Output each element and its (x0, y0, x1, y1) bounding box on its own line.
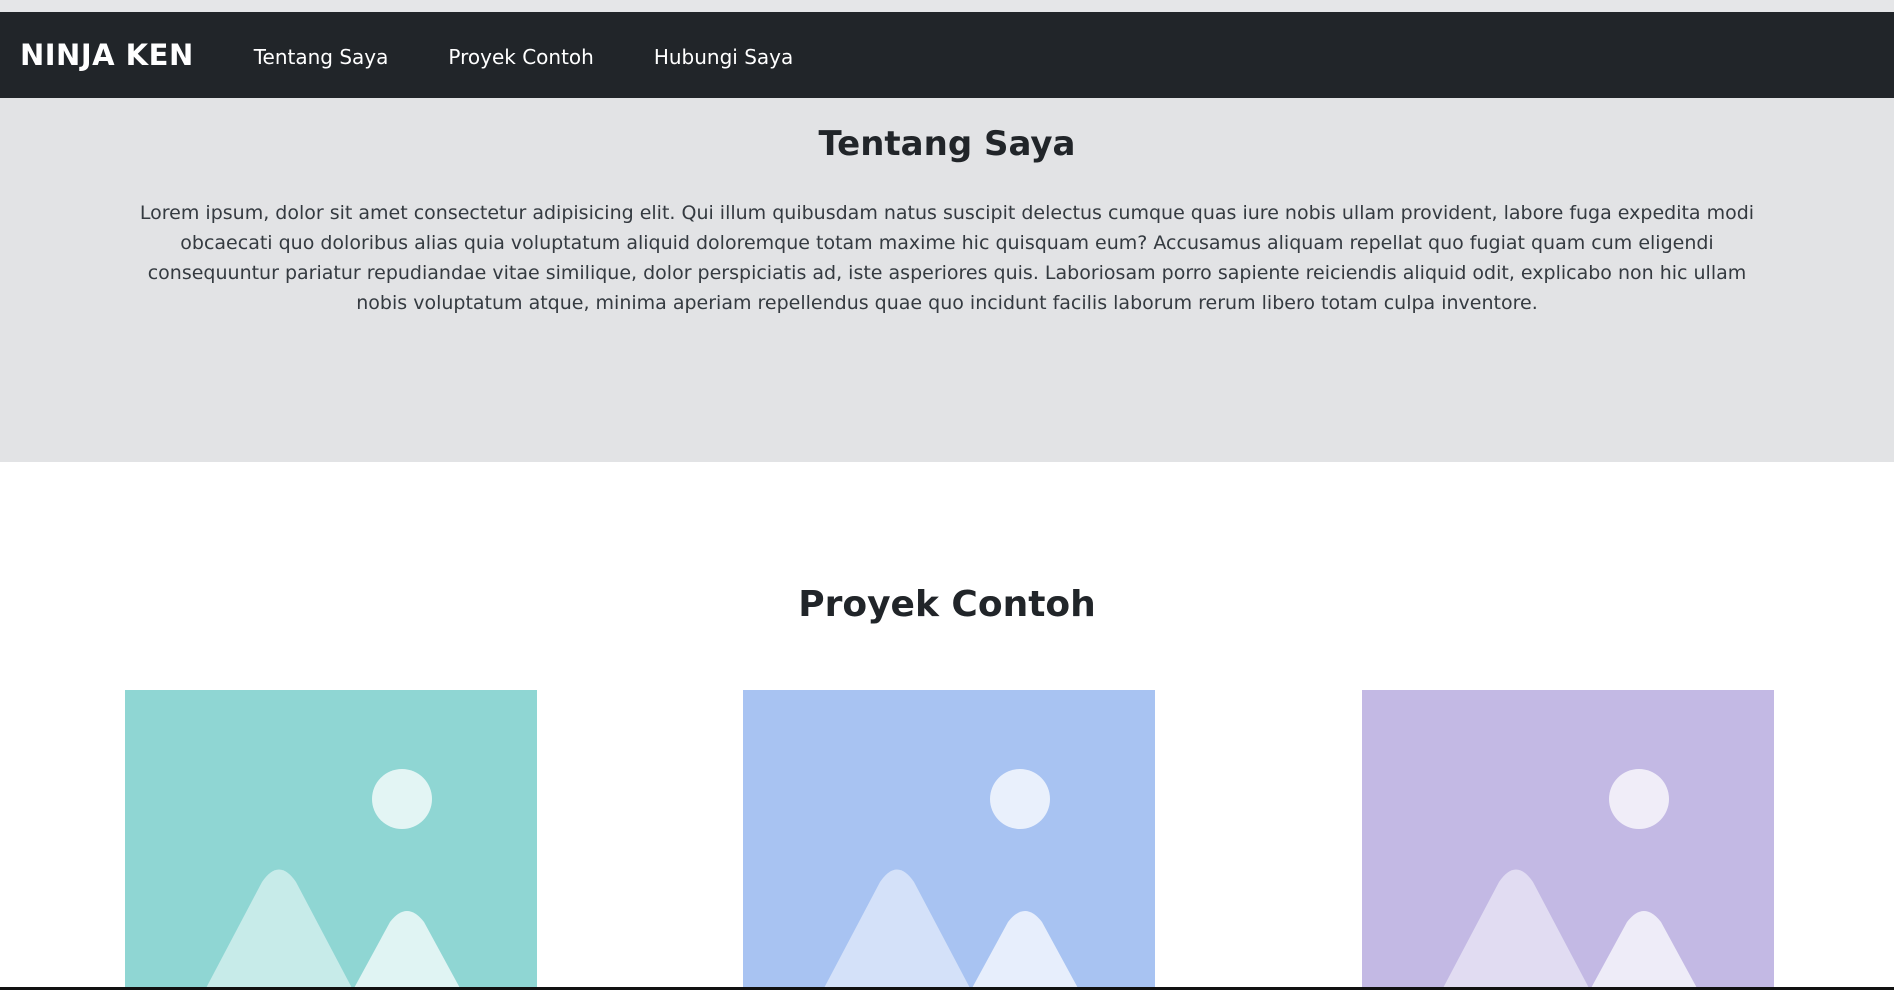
top-strip (0, 0, 1894, 12)
nav-link-hubungi-saya[interactable]: Hubungi Saya (654, 45, 793, 69)
about-text: Lorem ipsum, dolor sit amet consectetur … (139, 202, 1755, 314)
navbar: NINJA KEN Tentang Saya Proyek Contoh Hub… (0, 12, 1894, 98)
image-placeholder-icon (125, 690, 537, 990)
image-placeholder-icon (1362, 690, 1774, 990)
brand-logo[interactable]: NINJA KEN (20, 38, 194, 72)
project-card-image-1[interactable] (125, 690, 537, 990)
about-section: Tentang Saya Lorem ipsum, dolor sit amet… (0, 98, 1894, 462)
nav-link-tentang-saya[interactable]: Tentang Saya (254, 45, 389, 69)
about-title: Tentang Saya (818, 124, 1076, 164)
project-card-image-3[interactable] (1362, 690, 1774, 990)
image-placeholder-icon (743, 690, 1155, 990)
project-card-image-2[interactable] (743, 690, 1155, 990)
nav-links: Tentang Saya Proyek Contoh Hubungi Saya (224, 45, 824, 69)
projects-title: Proyek Contoh (798, 584, 1096, 625)
nav-link-proyek-contoh[interactable]: Proyek Contoh (448, 45, 593, 69)
